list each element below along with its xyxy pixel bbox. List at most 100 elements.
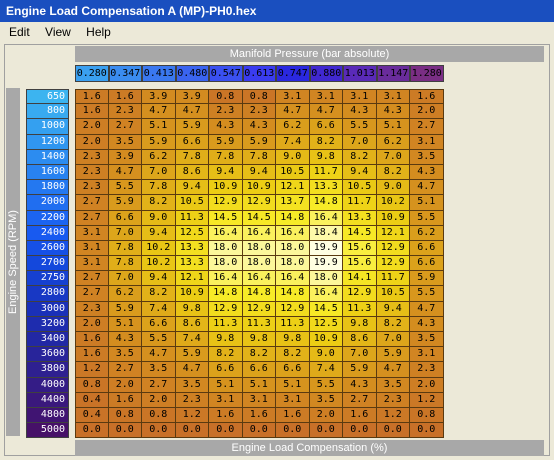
x-axis-cell[interactable]: 1.280 [410,65,444,82]
table-cell[interactable]: 3.1 [276,392,310,408]
y-axis-cell[interactable]: 3400 [26,332,69,348]
table-cell[interactable]: 3.5 [142,362,176,378]
table-cell[interactable]: 9.0 [376,180,410,196]
table-cell[interactable]: 4.3 [410,316,444,332]
table-cell[interactable]: 9.0 [142,210,176,226]
table-cell[interactable]: 2.0 [75,134,109,150]
table-cell[interactable]: 1.6 [75,104,109,120]
table-cell[interactable]: 4.7 [142,347,176,363]
table-cell[interactable]: 4.3 [209,119,243,135]
table-cell[interactable]: 3.1 [209,392,243,408]
table-cell[interactable]: 13.3 [309,180,343,196]
table-cell[interactable]: 0.0 [276,423,310,439]
table-cell[interactable]: 6.6 [175,134,209,150]
table-cell[interactable]: 0.0 [376,423,410,439]
table-cell[interactable]: 10.2 [142,256,176,272]
y-axis-cell[interactable]: 2600 [26,240,69,257]
table-cell[interactable]: 2.7 [75,195,109,211]
table-cell[interactable]: 10.5 [175,195,209,211]
table-cell[interactable]: 2.3 [75,164,109,181]
table-cell[interactable]: 3.1 [75,256,109,272]
y-axis-cell[interactable]: 3200 [26,316,69,332]
table-cell[interactable]: 8.2 [142,286,176,302]
table-cell[interactable]: 0.0 [175,423,209,439]
table-cell[interactable]: 0.4 [75,407,109,424]
table-cell[interactable]: 2.3 [175,392,209,408]
table-cell[interactable]: 5.9 [209,134,243,150]
table-cell[interactable]: 11.7 [343,195,377,211]
table-cell[interactable]: 5.9 [175,347,209,363]
table-cell[interactable]: 2.3 [242,104,276,120]
table-cell[interactable]: 7.8 [175,149,209,165]
table-cell[interactable]: 12.9 [276,301,310,317]
table-cell[interactable]: 2.7 [142,377,176,393]
table-cell[interactable]: 6.6 [276,362,310,378]
table-cell[interactable]: 7.8 [142,180,176,196]
table-cell[interactable]: 5.5 [142,332,176,348]
table-cell[interactable]: 7.8 [108,256,142,272]
table-cell[interactable]: 5.9 [108,301,142,317]
table-cell[interactable]: 2.7 [75,210,109,226]
table-cell[interactable]: 1.6 [242,407,276,424]
table-cell[interactable]: 6.6 [242,362,276,378]
table-cell[interactable]: 1.6 [343,407,377,424]
table-cell[interactable]: 12.1 [376,225,410,241]
table-cell[interactable]: 18.0 [309,271,343,287]
y-axis-cell[interactable]: 1200 [26,134,69,150]
table-cell[interactable]: 14.5 [343,225,377,241]
table-cell[interactable]: 12.9 [242,301,276,317]
table-cell[interactable]: 2.0 [410,377,444,393]
table-cell[interactable]: 9.4 [376,301,410,317]
table-cell[interactable]: 16.4 [309,286,343,302]
table-cell[interactable]: 1.6 [75,332,109,348]
y-axis-cell[interactable]: 1400 [26,149,69,165]
table-cell[interactable]: 3.5 [410,149,444,165]
y-axis-cell[interactable]: 1000 [26,119,69,135]
table-cell[interactable]: 0.8 [242,89,276,105]
table-cell[interactable]: 5.1 [410,195,444,211]
table-cell[interactable]: 5.9 [142,134,176,150]
table-cell[interactable]: 2.3 [376,392,410,408]
table-cell[interactable]: 13.7 [276,195,310,211]
y-axis-cell[interactable]: 1800 [26,180,69,196]
table-cell[interactable]: 14.5 [209,210,243,226]
table-cell[interactable]: 2.3 [410,362,444,378]
table-cell[interactable]: 3.5 [410,332,444,348]
table-cell[interactable]: 7.0 [108,225,142,241]
table-cell[interactable]: 18.0 [209,240,243,257]
table-cell[interactable]: 10.9 [309,332,343,348]
table-cell[interactable]: 5.5 [309,377,343,393]
y-axis-cell[interactable]: 4000 [26,377,69,393]
table-cell[interactable]: 13.3 [175,256,209,272]
table-cell[interactable]: 10.9 [209,180,243,196]
table-cell[interactable]: 5.1 [142,119,176,135]
table-cell[interactable]: 2.3 [108,104,142,120]
table-cell[interactable]: 14.8 [209,286,243,302]
y-axis-cell[interactable]: 650 [26,89,69,105]
table-cell[interactable]: 18.0 [276,240,310,257]
table-cell[interactable]: 5.1 [242,377,276,393]
table-cell[interactable]: 8.2 [276,347,310,363]
table-cell[interactable]: 6.2 [108,286,142,302]
table-cell[interactable]: 1.6 [276,407,310,424]
table-cell[interactable]: 6.6 [410,240,444,257]
table-cell[interactable]: 2.0 [309,407,343,424]
table-cell[interactable]: 5.5 [410,210,444,226]
table-cell[interactable]: 1.6 [75,347,109,363]
table-cell[interactable]: 10.5 [276,164,310,181]
x-axis-cell[interactable]: 0.280 [75,65,109,82]
table-cell[interactable]: 12.9 [376,240,410,257]
y-axis-cell[interactable]: 800 [26,104,69,120]
y-axis-cell[interactable]: 2200 [26,210,69,226]
table-cell[interactable]: 11.3 [276,316,310,332]
table-cell[interactable]: 7.0 [108,271,142,287]
table-cell[interactable]: 5.1 [276,377,310,393]
table-cell[interactable]: 1.2 [75,362,109,378]
table-cell[interactable]: 7.0 [376,332,410,348]
table-cell[interactable]: 12.9 [242,195,276,211]
table-cell[interactable]: 2.7 [75,271,109,287]
table-cell[interactable]: 14.1 [343,271,377,287]
table-cell[interactable]: 9.8 [343,316,377,332]
table-cell[interactable]: 19.9 [309,240,343,257]
table-cell[interactable]: 14.8 [276,210,310,226]
